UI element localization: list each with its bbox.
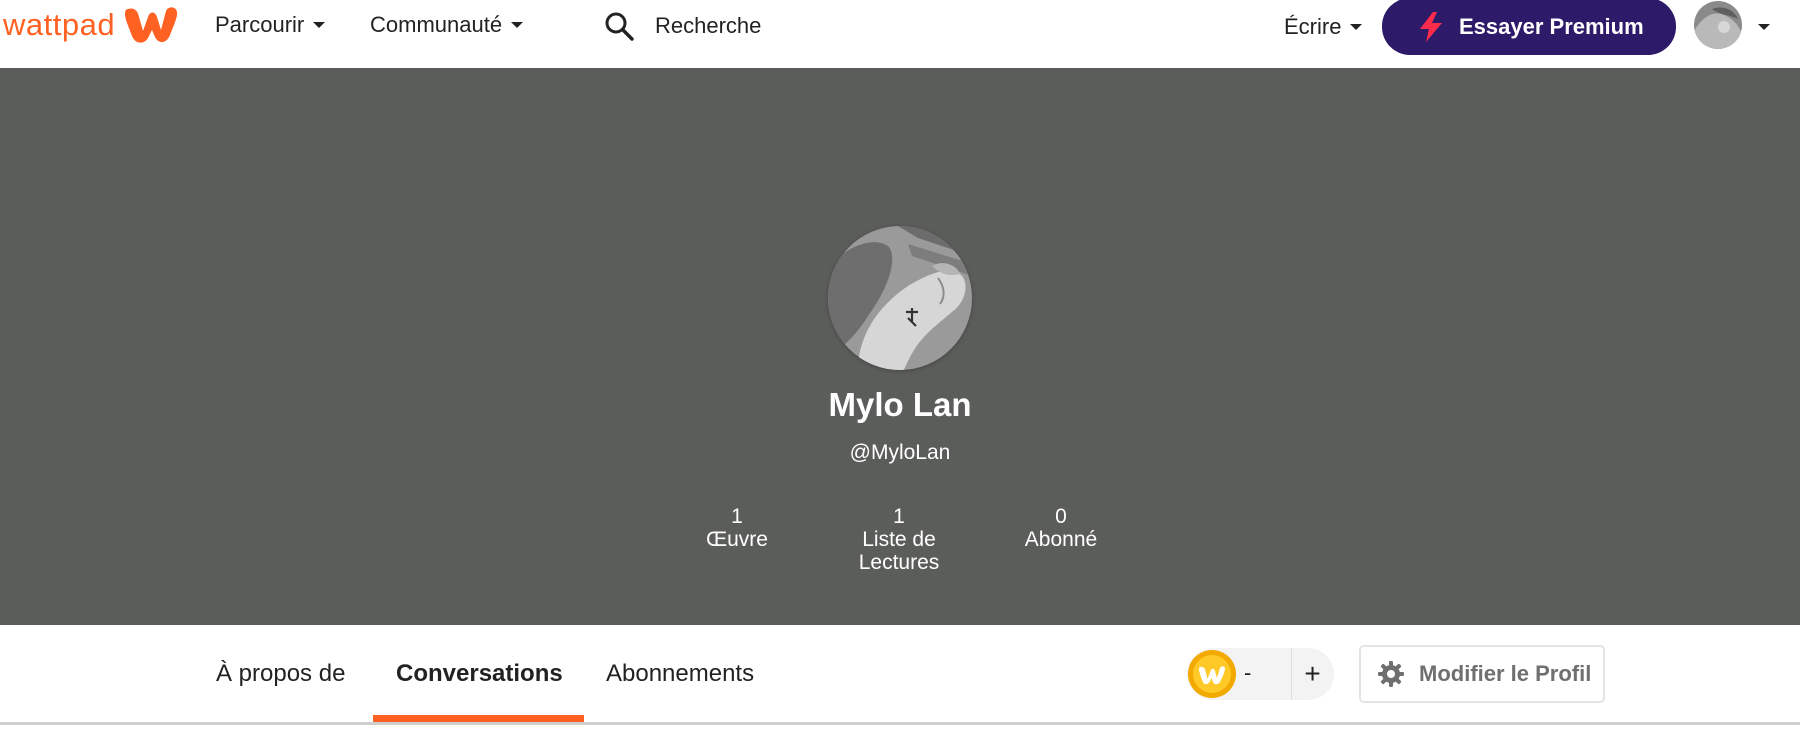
tabs-divider xyxy=(0,722,1800,725)
stat-label: Œuvre xyxy=(706,528,768,551)
search-input[interactable]: Recherche xyxy=(655,13,761,39)
wattpad-logo[interactable]: wattpad xyxy=(3,2,180,48)
coin-balance: - xyxy=(1244,660,1252,685)
lightning-bolt-icon xyxy=(1420,11,1442,42)
user-avatar[interactable] xyxy=(1694,1,1742,49)
stat-followers[interactable]: 0 Abonné xyxy=(996,505,1126,551)
browse-label: Parcourir xyxy=(215,12,305,37)
gear-icon xyxy=(1378,661,1404,687)
profile-photo xyxy=(828,226,972,370)
chevron-down-icon xyxy=(511,22,524,28)
premium-label: Essayer Premium xyxy=(1459,13,1644,39)
stat-value: 0 xyxy=(1055,505,1067,528)
stat-value: 1 xyxy=(731,505,743,528)
search-box[interactable]: Recherche xyxy=(604,6,761,46)
logo-text: wattpad xyxy=(3,7,116,42)
stat-reading-lists[interactable]: 1 Liste de Lectures xyxy=(834,505,964,574)
community-menu[interactable]: Communauté xyxy=(370,10,524,40)
chevron-down-icon xyxy=(313,22,326,28)
wattpad-coin-icon xyxy=(1188,650,1236,698)
browse-menu[interactable]: Parcourir xyxy=(215,10,326,40)
tab-about[interactable]: À propos de xyxy=(216,660,345,694)
tab-conversations[interactable]: Conversations xyxy=(396,660,563,694)
avatar-image xyxy=(1694,1,1742,49)
chevron-down-icon xyxy=(1350,24,1363,30)
write-label: Écrire xyxy=(1284,14,1342,39)
profile-name: Mylo Lan xyxy=(828,386,972,423)
stat-value: 1 xyxy=(893,505,905,528)
coins-widget: - + xyxy=(1187,648,1334,700)
search-icon xyxy=(605,12,634,41)
profile-handle: @MyloLan xyxy=(849,441,951,464)
community-label: Communauté xyxy=(370,12,503,37)
profile-avatar xyxy=(828,226,972,370)
account-menu-chevron-icon[interactable] xyxy=(1758,24,1770,30)
wattpad-w-icon xyxy=(125,7,178,43)
edit-profile-button[interactable]: Modifier le Profil xyxy=(1359,645,1605,703)
stat-works[interactable]: 1 Œuvre xyxy=(672,505,802,551)
stat-label: Liste de Lectures xyxy=(858,528,940,574)
tab-following[interactable]: Abonnements xyxy=(606,660,754,694)
edit-profile-label: Modifier le Profil xyxy=(1419,661,1592,686)
top-navigation: wattpad Parcourir Communauté Recherche É… xyxy=(0,0,1800,68)
active-tab-indicator xyxy=(373,715,584,722)
stat-label: Abonné xyxy=(1024,528,1098,551)
try-premium-button[interactable]: Essayer Premium xyxy=(1382,0,1676,55)
buy-coins-button[interactable]: + xyxy=(1291,648,1334,700)
write-menu[interactable]: Écrire xyxy=(1284,12,1363,42)
